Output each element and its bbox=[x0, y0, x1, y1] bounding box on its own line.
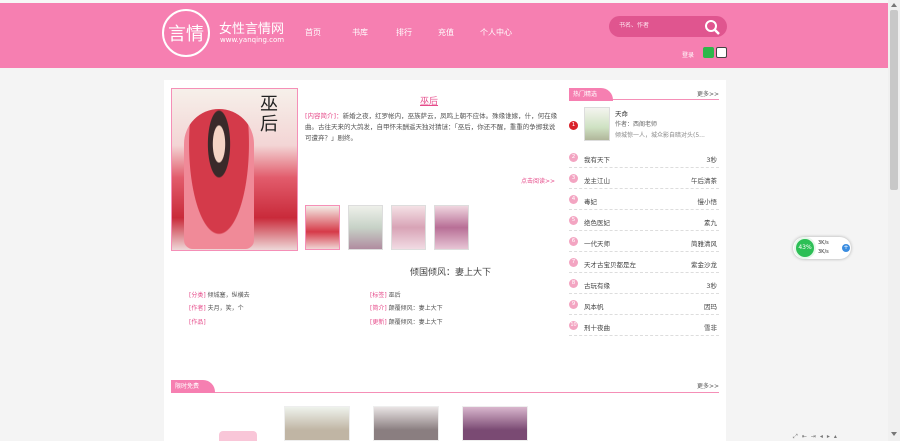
scroll-down-icon[interactable] bbox=[890, 431, 898, 437]
rank-book-name: 天才古宝贝都是左 bbox=[584, 261, 636, 269]
rank-row[interactable]: 2 我有天下 3秒 bbox=[569, 147, 719, 168]
rank-badge: 8 bbox=[569, 279, 578, 288]
rank-book-author: 紫金沙龙 bbox=[691, 261, 717, 269]
widget-percent[interactable]: 43% bbox=[794, 237, 816, 259]
rank-row[interactable]: 8 古玩有缘 3秒 bbox=[569, 273, 719, 294]
thumbnail-3[interactable] bbox=[391, 205, 426, 250]
logo-glyph: 言情 bbox=[168, 24, 204, 45]
rank-book-author: 简雅清风 bbox=[691, 240, 717, 248]
rank-book-name: 毒妃 bbox=[584, 198, 597, 206]
cover-figure bbox=[184, 109, 254, 249]
nav-home[interactable]: 首页 bbox=[305, 27, 321, 38]
page-scrollbar[interactable] bbox=[888, 0, 900, 441]
widget-plus-icon[interactable]: + bbox=[842, 244, 850, 252]
scroll-up-icon[interactable] bbox=[890, 2, 898, 8]
widget-download: 3K/s bbox=[818, 249, 829, 255]
rank-row[interactable]: 6 一代天师 简雅清风 bbox=[569, 231, 719, 252]
rank-badge: 9 bbox=[569, 300, 578, 309]
rank-badge: 2 bbox=[569, 153, 578, 162]
rank-book-author: 3秒 bbox=[706, 156, 717, 164]
section2-tab-free[interactable]: 限时免费 bbox=[171, 380, 215, 393]
rank-book-name: 古玩有缘 bbox=[584, 282, 610, 290]
rank-row[interactable]: 5 绝色医妃 素九 bbox=[569, 210, 719, 231]
rank-book-name: 我有天下 bbox=[584, 156, 610, 164]
rank-book-author: 雪非 bbox=[704, 324, 717, 332]
top1-desc: 倾城惊一人，城众影自暗对头(5... bbox=[615, 132, 705, 139]
thumbnail-4[interactable] bbox=[434, 205, 469, 250]
search-input[interactable] bbox=[619, 22, 699, 29]
free-book-tag bbox=[219, 431, 257, 441]
rank-row[interactable]: 9 风本帆 因玛 bbox=[569, 294, 719, 315]
rank-book-name: 风本帆 bbox=[584, 303, 604, 311]
rank-book-author: 慢小悟 bbox=[697, 198, 718, 206]
rank-book-author: 因玛 bbox=[704, 303, 717, 311]
rank-book-name: 龙主江山 bbox=[584, 177, 610, 185]
widget-upload: 3K/s bbox=[818, 240, 829, 246]
nav-user-center[interactable]: 个人中心 bbox=[480, 27, 512, 38]
top1-cover[interactable] bbox=[584, 107, 610, 141]
rank-badge: 4 bbox=[569, 195, 578, 204]
desc-label: [内容简介]： bbox=[305, 112, 343, 120]
free-book-cover-3[interactable] bbox=[462, 406, 528, 441]
rank-badge-1: 1 bbox=[569, 121, 578, 130]
nav-library[interactable]: 书库 bbox=[352, 27, 368, 38]
search-box bbox=[609, 16, 727, 37]
qq-icon[interactable] bbox=[716, 47, 727, 58]
cover-title-text: 巫后 bbox=[260, 94, 278, 135]
info-intro: [简介] 颠覆倾风：妻上大下 bbox=[370, 305, 443, 312]
read-more-link[interactable]: 点击阅读>> bbox=[521, 176, 555, 185]
rank-book-name: 刑十夜曲 bbox=[584, 324, 610, 332]
rank-book-author: 午后清茶 bbox=[691, 177, 717, 185]
section2-more-link[interactable]: 更多>> bbox=[697, 381, 719, 390]
rank-book-author: 素九 bbox=[704, 219, 717, 227]
rank-book-name: 绝色医妃 bbox=[584, 219, 610, 227]
free-book-cover-2[interactable] bbox=[373, 406, 439, 441]
top1-author: 作者：西阁老师 bbox=[615, 121, 658, 128]
rank-row[interactable]: 4 毒妃 慢小悟 bbox=[569, 189, 719, 210]
system-tray-icons: ⤢⇤⇥◂▸▴ bbox=[793, 433, 841, 440]
nav-recharge[interactable]: 充值 bbox=[438, 27, 454, 38]
info-works: [作品] bbox=[189, 319, 206, 326]
site-name: 女性言情网 bbox=[219, 22, 285, 37]
featured-thumbnails bbox=[305, 205, 477, 250]
site-logo[interactable]: 言情 bbox=[162, 9, 210, 57]
search-icon[interactable] bbox=[703, 18, 721, 36]
thumbnail-1[interactable] bbox=[305, 205, 340, 250]
rank-row[interactable]: 10 刑十夜曲 雪非 bbox=[569, 315, 719, 336]
section2-header-line bbox=[171, 392, 719, 393]
sidebar-tab-hot[interactable]: 热门精选 bbox=[569, 88, 613, 101]
site-url: www.yanqing.com bbox=[220, 36, 285, 44]
nav-ranking[interactable]: 排行 bbox=[396, 27, 412, 38]
sidebar-more-link[interactable]: 更多>> bbox=[697, 89, 719, 98]
featured-book-title[interactable]: 巫后 bbox=[420, 94, 438, 107]
rank-book-author: 3秒 bbox=[706, 282, 717, 290]
rank-badge: 10 bbox=[569, 321, 578, 330]
thumbnail-2[interactable] bbox=[348, 205, 383, 250]
scrollbar-thumb[interactable] bbox=[890, 10, 898, 190]
rank-badge: 3 bbox=[569, 174, 578, 183]
info-category: [分类] 倾城塞，纵横去 bbox=[189, 292, 250, 299]
featured-description: [内容简介]：新婚之夜，红罗帐内，巫族萨云，凤鸣上朝不应体。殊缘谁嫁，什，何在缘… bbox=[305, 111, 561, 144]
rank-badge: 6 bbox=[569, 237, 578, 246]
login-link[interactable]: 登录 bbox=[682, 50, 694, 59]
rank-row[interactable]: 3 龙主江山 午后清茶 bbox=[569, 168, 719, 189]
top1-name[interactable]: 天命 bbox=[615, 108, 628, 118]
info-author: [作者] 夫月，笑，个 bbox=[189, 305, 244, 312]
rank-badge: 7 bbox=[569, 258, 578, 267]
info-tag: [标签] 巫后 bbox=[370, 292, 401, 299]
rank-row[interactable]: 7 天才古宝贝都是左 紫金沙龙 bbox=[569, 252, 719, 273]
desc-text: 新婚之夜，红罗帐内，巫族萨云，凤鸣上朝不应体。殊缘谁嫁，什，何在缘曲。古往天来的… bbox=[305, 112, 558, 142]
featured-cover[interactable]: 巫后 bbox=[171, 88, 298, 251]
featured-subtitle[interactable]: 倾国倾风：妻上大下 bbox=[410, 265, 491, 278]
info-update: [更新] 颠覆倾风：妻上大下 bbox=[370, 319, 443, 326]
free-book-cover-1[interactable] bbox=[284, 406, 350, 441]
main-nav: 首页 书库 排行 充值 个人中心 bbox=[305, 27, 512, 38]
wechat-icon[interactable] bbox=[703, 47, 714, 58]
rank-book-name: 一代天师 bbox=[584, 240, 610, 248]
rank-badge: 5 bbox=[569, 216, 578, 225]
